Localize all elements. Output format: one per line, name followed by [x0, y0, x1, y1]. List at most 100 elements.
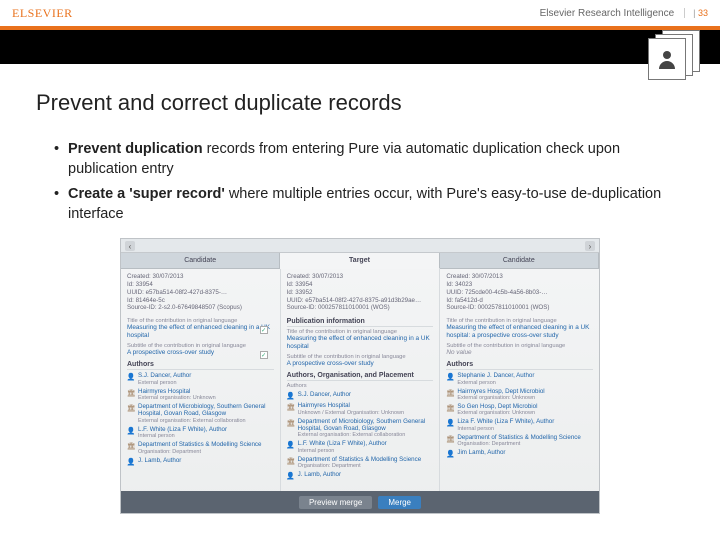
person-icon: 👤 [446, 373, 454, 381]
entry-subtext: Organisation: Department [298, 463, 434, 469]
author-entry: 👤S.J. Dancer, AuthorExternal person [127, 372, 274, 385]
entry-subtext: External organisation: External collabor… [298, 432, 434, 438]
entry-subtext: Organisation: Department [138, 449, 274, 455]
person-icon: 👤 [127, 458, 135, 466]
entry-subtext: External organisation: Unknown [138, 395, 274, 401]
nav-prev-icon[interactable]: ‹ [125, 241, 135, 251]
org-entry: 🏛Hairmyres HospitalUnknown / External Or… [287, 402, 434, 415]
entry-name: Hairmyres Hospital [138, 388, 274, 395]
entry-name: Department of Statistics & Modelling Sci… [138, 441, 274, 448]
author-entry: 👤S.J. Dancer, Author [287, 391, 434, 400]
person-icon [655, 47, 679, 71]
org-entry: 🏛Department of Statistics & Modelling Sc… [287, 456, 434, 469]
entry-name: Department of Statistics & Modelling Sci… [457, 434, 593, 441]
org-entry: 🏛Hairmyres HospitalExternal organisation… [127, 388, 274, 401]
meta-block: Created: 30/07/2013 Id: 33954 UUID: e57b… [127, 273, 274, 312]
building-icon: 🏛 [127, 442, 135, 450]
entry-name: Stephanie J. Dancer, Author [457, 372, 593, 379]
org-entry: 🏛Department of Microbiology, Southern Ge… [127, 403, 274, 424]
building-icon: 🏛 [287, 403, 295, 411]
entry-name: S.J. Dancer, Author [138, 372, 274, 379]
building-icon: 🏛 [127, 389, 135, 397]
nav-next-icon[interactable]: › [585, 241, 595, 251]
bullet-item: Create a 'super record' where multiple e… [54, 185, 684, 224]
building-icon: 🏛 [287, 419, 295, 427]
page-number: 33 [684, 8, 708, 18]
building-icon: 🏛 [127, 404, 135, 412]
author-entry: 👤Liza F. White (Liza F White), AuthorInt… [446, 418, 593, 431]
nav-row: ‹ › [121, 239, 599, 253]
person-icon: 👤 [127, 427, 135, 435]
entry-subtext: Organisation: Department [457, 441, 593, 447]
entry-name: L.F. White (Liza F White), Author [138, 426, 274, 433]
checkbox-icon[interactable]: ✓ [260, 326, 268, 334]
entry-name: Hairmyres Hospital [298, 402, 434, 409]
elsevier-logo: ELSEVIER [12, 6, 73, 21]
black-banner [0, 30, 720, 64]
entry-name: S.J. Dancer, Author [298, 391, 434, 398]
slide-body: Prevent and correct duplicate records Pr… [0, 64, 720, 514]
entry-subtext: Internal person [298, 448, 434, 454]
building-icon: 🏛 [287, 457, 295, 465]
research-intelligence-label: Elsevier Research Intelligence [540, 8, 675, 19]
tab-candidate-right[interactable]: Candidate [440, 253, 599, 269]
author-entry: 👤Stephanie J. Dancer, AuthorExternal per… [446, 372, 593, 385]
org-entry: 🏛So Gen Hosp, Dept MicrobiolExternal org… [446, 403, 593, 416]
building-icon: 🏛 [446, 389, 454, 397]
target-column: Created: 30/07/2013 Id: 33954 Id: 33952 … [281, 269, 441, 491]
documents-icon [648, 30, 702, 80]
entry-name: Hairmyres Hosp, Dept Microbiol [457, 388, 593, 395]
org-entry: 🏛Department of Statistics & Modelling Sc… [446, 434, 593, 447]
entry-subtext: External organisation: Unknown [457, 410, 593, 416]
author-entry: 👤Jim Lamb, Author [446, 449, 593, 458]
person-icon: 👤 [446, 419, 454, 427]
person-icon: 👤 [287, 472, 295, 480]
preview-merge-button[interactable]: Preview merge [299, 496, 372, 509]
entry-name: Liza F. White (Liza F White), Author [457, 418, 593, 425]
authors-heading: Authors [446, 361, 593, 370]
building-icon: 🏛 [446, 435, 454, 443]
checkbox-icon[interactable]: ✓ [260, 351, 268, 359]
entry-name: J. Lamb, Author [138, 457, 274, 464]
org-entry: 🏛Hairmyres Hosp, Dept MicrobiolExternal … [446, 388, 593, 401]
org-entry: 🏛Department of Statistics & Modelling Sc… [127, 441, 274, 454]
person-icon: 👤 [446, 450, 454, 458]
entry-name: Department of Microbiology, Southern Gen… [138, 403, 274, 418]
building-icon: 🏛 [446, 404, 454, 412]
slide-header: ELSEVIER Elsevier Research Intelligence … [0, 0, 720, 26]
person-icon: 👤 [287, 392, 295, 400]
tab-candidate-left[interactable]: Candidate [121, 253, 280, 269]
entry-name: Jim Lamb, Author [457, 449, 593, 456]
entry-subtext: External organisation: External collabor… [138, 418, 274, 424]
entry-name: J. Lamb, Author [298, 471, 434, 478]
author-entry: 👤J. Lamb, Author [287, 471, 434, 480]
author-entry: 👤L.F. White (Liza F White), AuthorIntern… [127, 426, 274, 439]
org-entry: 🏛Department of Microbiology, Southern Ge… [287, 418, 434, 439]
merge-button[interactable]: Merge [378, 496, 421, 509]
candidate-left-column: Created: 30/07/2013 Id: 33954 UUID: e57b… [121, 269, 281, 491]
entry-subtext: External person [457, 380, 593, 386]
entry-name: Department of Microbiology, Southern Gen… [298, 418, 434, 433]
author-entry: 👤J. Lamb, Author [127, 457, 274, 466]
entry-name: L.F. White (Liza F White), Author [298, 440, 434, 447]
candidate-right-column: Created: 30/07/2013 Id: 34023 UUID: 725c… [440, 269, 599, 491]
entry-subtext: Unknown / External Organisation: Unknown [298, 410, 434, 416]
author-entry: 👤L.F. White (Liza F White), AuthorIntern… [287, 440, 434, 453]
entry-subtext: External organisation: Unknown [457, 395, 593, 401]
meta-block: Created: 30/07/2013 Id: 33954 Id: 33952 … [287, 273, 434, 312]
dedup-screenshot: ‹ › Candidate Target Candidate Created: … [120, 238, 600, 514]
bullet-item: Prevent duplication records from enterin… [54, 140, 684, 179]
authors-heading: Authors [127, 361, 274, 370]
meta-block: Created: 30/07/2013 Id: 34023 UUID: 725c… [446, 273, 593, 312]
header-right: Elsevier Research Intelligence 33 [540, 8, 708, 19]
tab-bar: Candidate Target Candidate [121, 253, 599, 269]
pub-info-heading: Publication information [287, 318, 434, 327]
entry-subtext: Internal person [457, 426, 593, 432]
tab-target[interactable]: Target [280, 253, 439, 269]
entry-subtext: Internal person [138, 433, 274, 439]
entry-name: So Gen Hosp, Dept Microbiol [457, 403, 593, 410]
person-icon: 👤 [127, 373, 135, 381]
slide-title: Prevent and correct duplicate records [36, 90, 684, 116]
aop-heading: Authors, Organisation, and Placement [287, 372, 434, 381]
entry-subtext: External person [138, 380, 274, 386]
